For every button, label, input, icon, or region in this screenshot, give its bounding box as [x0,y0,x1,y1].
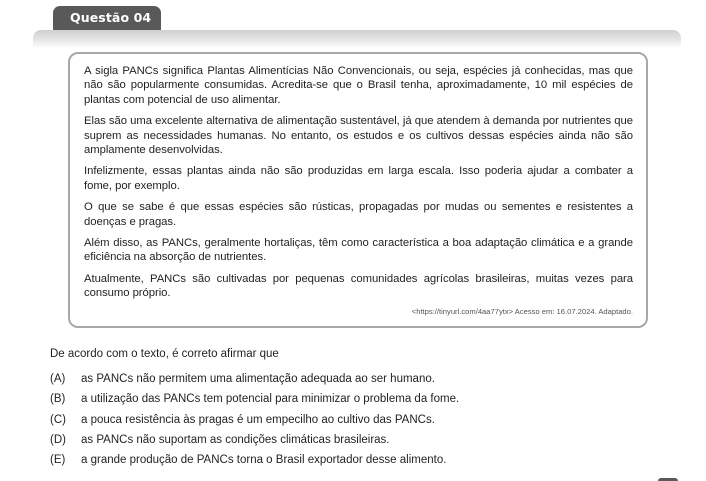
text-paragraph-1: A sigla PANCs significa Plantas Alimentí… [84,65,633,106]
option-text: a grande produção de PANCs torna o Brasi… [81,454,447,467]
source-citation: <https://tinyurl.com/4aa77ytx> Acesso em… [411,307,633,316]
option-letter: (A) [50,373,66,385]
option-text: as PANCs não suportam as condições climá… [81,433,390,446]
option-e[interactable]: (E) a grande produção de PANCs torna o B… [50,453,650,473]
text-paragraph-4: O que se sabe é que essas espécies são r… [84,201,633,228]
question-number-tab: Questão 04 [53,6,161,30]
option-b[interactable]: (B) a utilização das PANCs tem potencial… [50,392,650,412]
text-paragraph-5: Além disso, as PANCs, geralmente hortali… [84,237,633,264]
question-prompt: De acordo com o texto, é correto afirmar… [50,348,279,360]
reading-text-box: A sigla PANCs significa Plantas Alimentí… [68,52,648,328]
text-paragraph-6: Atualmente, PANCs são cultivadas por peq… [84,272,633,300]
option-letter: (E) [50,454,66,467]
option-a[interactable]: (A) as PANCs não permitem uma alimentaçã… [50,372,650,392]
option-letter: (C) [50,413,66,426]
option-text: as PANCs não permitem uma alimentação ad… [81,373,435,385]
option-text: a pouca resistência às pragas é um empec… [81,413,435,426]
option-c[interactable]: (C) a pouca resistência às pragas é um e… [50,413,650,433]
option-letter: (D) [50,433,66,446]
option-text: a utilização das PANCs tem potencial par… [81,393,460,406]
answer-options: (A) as PANCs não permitem uma alimentaçã… [50,372,650,473]
exam-page: Questão 04 A sigla PANCs significa Plant… [0,0,706,481]
text-paragraph-2: Elas são uma excelente alternativa de al… [84,115,633,157]
header-band [33,30,681,48]
option-d[interactable]: (D) as PANCs não suportam as condições c… [50,433,650,453]
text-paragraph-3: Infelizmente, essas plantas ainda não sã… [84,165,633,192]
option-letter: (B) [50,393,66,406]
